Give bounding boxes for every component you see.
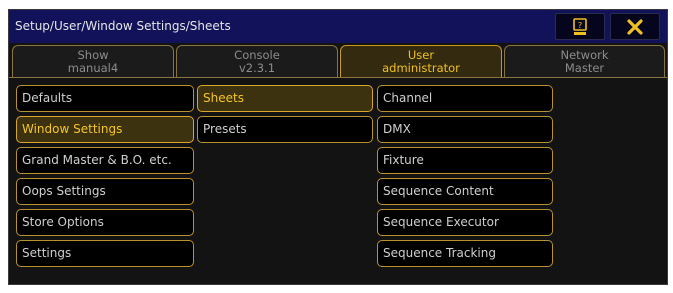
svg-text:?: ?	[578, 21, 582, 30]
tab-show[interactable]: Show manual4	[12, 45, 174, 77]
tab-divider	[9, 77, 667, 78]
title-bar: Setup/User/Window Settings/Sheets ?	[9, 10, 667, 43]
menu-store-options[interactable]: Store Options	[16, 209, 194, 236]
window-title: Setup/User/Window Settings/Sheets	[15, 19, 231, 33]
menu-sheets[interactable]: Sheets	[197, 85, 373, 112]
setup-window: Setup/User/Window Settings/Sheets ? Show…	[8, 9, 668, 285]
close-button[interactable]	[610, 13, 660, 40]
tab-console[interactable]: Console v2.3.1	[176, 45, 338, 77]
tab-user[interactable]: User administrator	[340, 45, 502, 77]
keyboard-help-icon: ?	[573, 17, 587, 35]
tab-user-value: administrator	[382, 61, 460, 75]
help-button[interactable]: ?	[555, 13, 605, 40]
sheet-sequence-executor[interactable]: Sequence Executor	[377, 209, 553, 236]
sheet-sequence-content[interactable]: Sequence Content	[377, 178, 553, 205]
menu-presets[interactable]: Presets	[197, 116, 373, 143]
sheet-dmx[interactable]: DMX	[377, 116, 553, 143]
menu-grand-master[interactable]: Grand Master & B.O. etc.	[16, 147, 194, 174]
sheet-channel[interactable]: Channel	[377, 85, 553, 112]
menu-oops-settings[interactable]: Oops Settings	[16, 178, 194, 205]
menu-defaults[interactable]: Defaults	[16, 85, 194, 112]
menu-settings[interactable]: Settings	[16, 240, 194, 267]
tab-network[interactable]: Network Master	[504, 45, 665, 77]
tab-show-value: manual4	[67, 61, 119, 75]
tab-bar: Show manual4 Console v2.3.1 User adminis…	[9, 45, 667, 77]
tab-console-value: v2.3.1	[238, 61, 276, 75]
sheet-fixture[interactable]: Fixture	[377, 147, 553, 174]
menu-window-settings[interactable]: Window Settings	[16, 116, 194, 143]
tab-network-value: Master	[564, 61, 605, 75]
sheet-sequence-tracking[interactable]: Sequence Tracking	[377, 240, 553, 267]
close-icon	[627, 18, 643, 35]
